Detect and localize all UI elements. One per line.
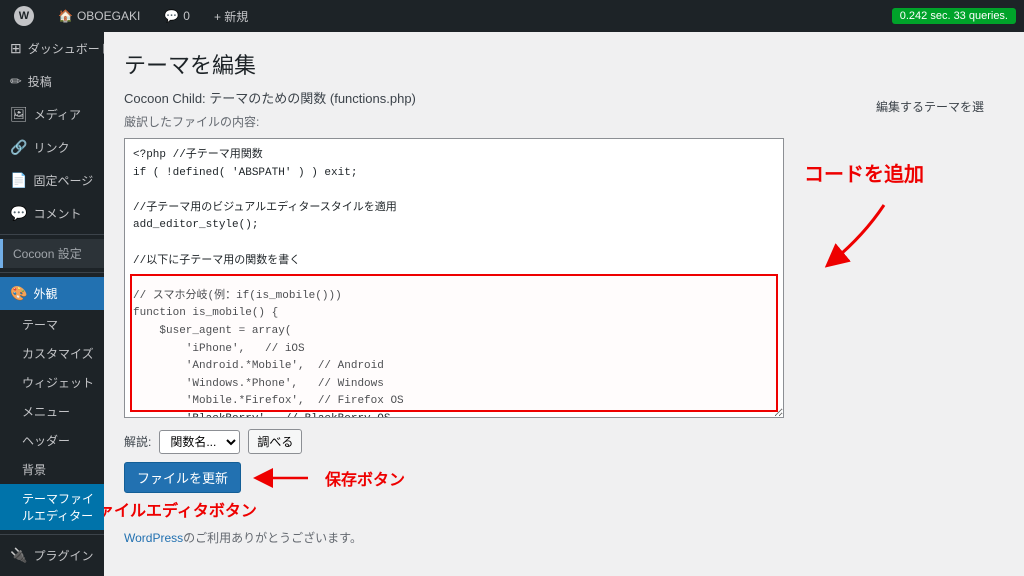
comments-button[interactable]: 💬 0	[158, 0, 196, 32]
performance-badge: 0.242 sec. 33 queries.	[892, 8, 1016, 24]
comment-icon: 💬	[164, 9, 179, 23]
code-section: <?php //子テーマ用関数 if ( !defined( 'ABSPATH'…	[124, 138, 1004, 421]
save-file-button[interactable]: ファイルを更新	[124, 462, 241, 493]
main-wrapper: ⊞ ダッシュボード ✏ 投稿 🖼 メディア 🔗 リンク 📄 固定ページ 💬 コメ…	[0, 32, 1024, 576]
sidebar-label-dashboard: ダッシュボード	[28, 40, 104, 57]
sidebar-item-header[interactable]: ヘッダー	[0, 426, 104, 455]
sidebar-sep-1	[0, 234, 104, 235]
wp-logo-icon: W	[14, 6, 34, 26]
footer-suffix: のご利用ありがとうございます。	[183, 531, 362, 545]
background-label: 背景	[22, 461, 46, 478]
lookup-button[interactable]: 調べる	[248, 429, 302, 454]
sidebar-item-plugins[interactable]: 🔌 プラグイン	[0, 539, 104, 572]
function-select[interactable]: 関数名...	[159, 430, 240, 454]
plugins-icon: 🔌	[10, 547, 27, 564]
home-icon: 🏠	[58, 9, 73, 23]
sidebar-sep-3	[0, 534, 104, 535]
cocoon-label: Cocoon 設定	[13, 247, 82, 261]
sidebar-label-appearance: 外観	[33, 285, 57, 302]
lookup-label: 解説:	[124, 433, 151, 450]
sidebar-item-posts[interactable]: ✏ 投稿	[0, 65, 104, 98]
comment-count: 0	[183, 9, 190, 23]
links-icon: 🔗	[10, 139, 27, 156]
wp-logo-button[interactable]: W	[8, 0, 40, 32]
right-annotation-area: コードを追加	[784, 138, 1004, 421]
sidebar: ⊞ ダッシュボード ✏ 投稿 🖼 メディア 🔗 リンク 📄 固定ページ 💬 コメ…	[0, 32, 104, 576]
content-inner: テーマを編集 Cocoon Child: テーマのための関数 (function…	[124, 48, 1004, 546]
menus-label: メニュー	[22, 403, 70, 420]
comments-icon: 💬	[10, 205, 27, 222]
site-name-button[interactable]: 🏠 OBOEGAKI	[52, 0, 146, 32]
file-content-label: 厳訳したファイルの内容:	[124, 113, 1004, 130]
sidebar-item-customize[interactable]: カスタマイズ	[0, 339, 104, 368]
media-icon: 🖼	[10, 106, 28, 123]
add-code-label: コードを追加	[804, 158, 1004, 187]
file-info: Cocoon Child: テーマのための関数 (functions.php)	[124, 88, 1004, 107]
header-label: ヘッダー	[22, 432, 70, 449]
theme-label: テーマ	[22, 316, 58, 333]
perf-text: 0.242 sec. 33 queries.	[900, 10, 1008, 22]
footer: WordPressのご利用ありがとうございます。	[124, 529, 1004, 546]
new-post-button[interactable]: + 新規	[208, 0, 254, 32]
sidebar-label-plugins: プラグイン	[33, 547, 93, 564]
admin-bar-right: 0.242 sec. 33 queries.	[892, 8, 1016, 24]
appearance-icon: 🎨	[10, 285, 27, 302]
sidebar-item-widgets[interactable]: ウィジェット	[0, 368, 104, 397]
site-name: OBOEGAKI	[77, 9, 140, 23]
sidebar-item-media[interactable]: 🖼 メディア	[0, 98, 104, 131]
sidebar-item-theme[interactable]: テーマ	[0, 310, 104, 339]
sidebar-sep-2	[0, 272, 104, 273]
customize-label: カスタマイズ	[22, 345, 94, 362]
edit-theme-label: 編集するテーマを選	[876, 98, 984, 115]
posts-icon: ✏	[10, 73, 22, 90]
wp-footer-link[interactable]: WordPress	[124, 531, 183, 545]
sidebar-item-appearance[interactable]: 🎨 外観	[0, 277, 104, 310]
sidebar-label-pages: 固定ページ	[33, 172, 93, 189]
save-arrow	[253, 463, 313, 493]
code-editor-container: <?php //子テーマ用関数 if ( !defined( 'ABSPATH'…	[124, 138, 784, 421]
save-button-label: 保存ボタン	[325, 466, 405, 490]
sidebar-label-media: メディア	[34, 106, 81, 123]
code-editor[interactable]: <?php //子テーマ用関数 if ( !defined( 'ABSPATH'…	[124, 138, 784, 418]
sidebar-item-pages[interactable]: 📄 固定ページ	[0, 164, 104, 197]
sidebar-label-links: リンク	[33, 139, 69, 156]
sidebar-item-dashboard[interactable]: ⊞ ダッシュボード	[0, 32, 104, 65]
sidebar-label-comments: コメント	[33, 205, 81, 222]
editor-bottom: 解説: 関数名... 調べる ファイルを更新	[124, 429, 1004, 493]
content-area: テーマを編集 Cocoon Child: テーマのための関数 (function…	[104, 32, 1024, 576]
theme-editor-button-annotation: テーマファイルエディタボタン	[104, 497, 1004, 521]
add-code-arrow	[804, 195, 924, 275]
sidebar-item-links[interactable]: 🔗 リンク	[0, 131, 104, 164]
sidebar-item-comments[interactable]: 💬 コメント	[0, 197, 104, 230]
sidebar-item-theme-editor[interactable]: テーマファイルエディター	[0, 484, 104, 530]
lookup-row: 解説: 関数名... 調べる	[124, 429, 1004, 454]
sidebar-label-posts: 投稿	[28, 73, 52, 90]
widgets-label: ウィジェット	[22, 374, 94, 391]
new-label: + 新規	[214, 8, 248, 25]
dashboard-icon: ⊞	[10, 40, 22, 57]
admin-bar: W 🏠 OBOEGAKI 💬 0 + 新規 0.242 sec. 33 quer…	[0, 0, 1024, 32]
cocoon-badge: Cocoon 設定	[0, 239, 104, 268]
page-title: テーマを編集	[124, 48, 1004, 80]
save-row: ファイルを更新 保存ボタン	[124, 462, 1004, 493]
sidebar-item-background[interactable]: 背景	[0, 455, 104, 484]
pages-icon: 📄	[10, 172, 27, 189]
theme-editor-label: テーマファイルエディター	[22, 490, 94, 524]
sidebar-item-users[interactable]: 👤 ユーザー	[0, 572, 104, 576]
theme-editor-button-label: テーマファイルエディタボタン	[104, 503, 257, 520]
sidebar-item-menus[interactable]: メニュー	[0, 397, 104, 426]
